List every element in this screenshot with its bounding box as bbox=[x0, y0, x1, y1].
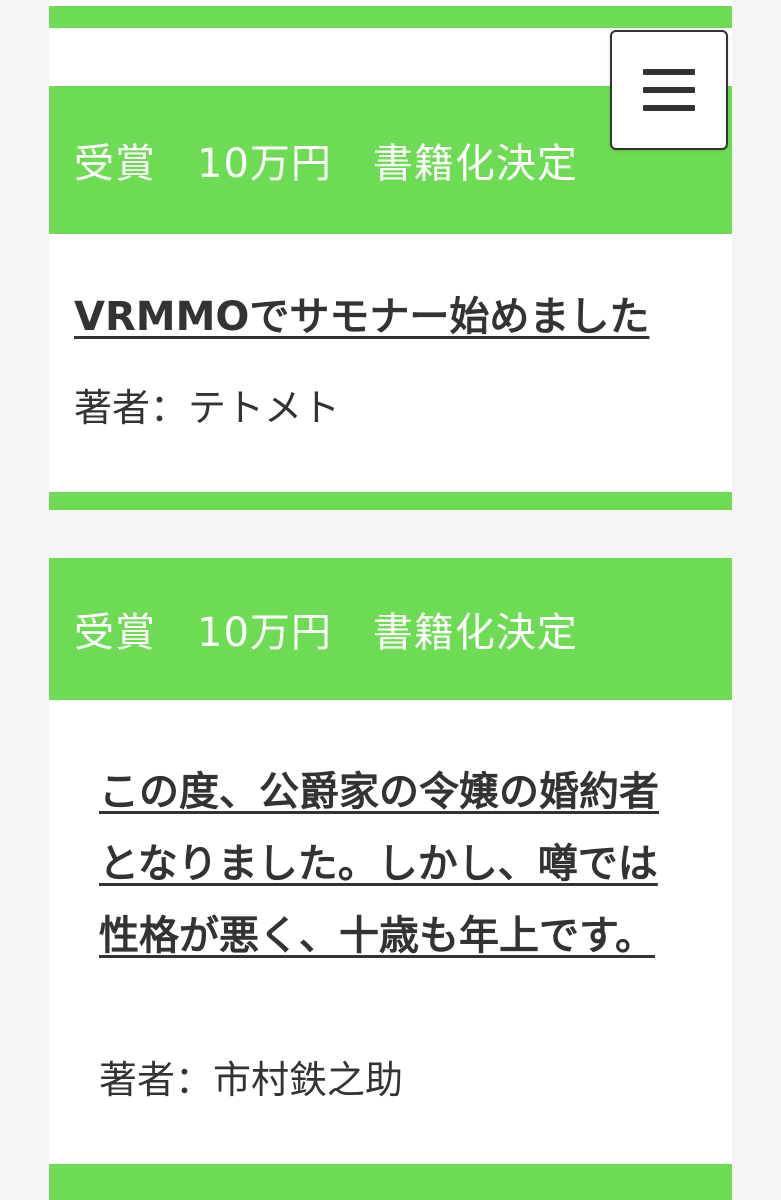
card-gap bbox=[49, 510, 732, 558]
award-label: 受賞 10万円 書籍化決定 bbox=[74, 610, 578, 656]
menu-button[interactable] bbox=[610, 30, 728, 150]
award-header: 受賞 10万円 書籍化決定 bbox=[49, 558, 732, 700]
work-title-link[interactable]: この度、公爵家の令嬢の婚約者となりました。しかし、噂では性格が悪く、十歳も年上で… bbox=[99, 756, 683, 972]
card-bottom-bar bbox=[49, 1164, 732, 1200]
hamburger-menu-icon bbox=[643, 69, 695, 75]
content-column: 受賞 10万円 書籍化決定 VRMMOでサモナー始めました 著者：テトメト 受賞… bbox=[49, 0, 732, 1200]
hamburger-menu-icon-line bbox=[643, 105, 695, 111]
author-label: 著者：市村鉄之助 bbox=[99, 1058, 404, 1102]
page: 受賞 10万円 書籍化決定 VRMMOでサモナー始めました 著者：テトメト 受賞… bbox=[0, 0, 781, 1200]
card-bottom-bar bbox=[49, 492, 732, 510]
hamburger-menu-icon-line bbox=[643, 87, 695, 93]
author-label: 著者：テトメト bbox=[74, 386, 341, 430]
work-title-link[interactable]: VRMMOでサモナー始めました bbox=[74, 286, 724, 348]
card-bottom-bar bbox=[49, 6, 732, 28]
award-label: 受賞 10万円 書籍化決定 bbox=[74, 141, 578, 187]
